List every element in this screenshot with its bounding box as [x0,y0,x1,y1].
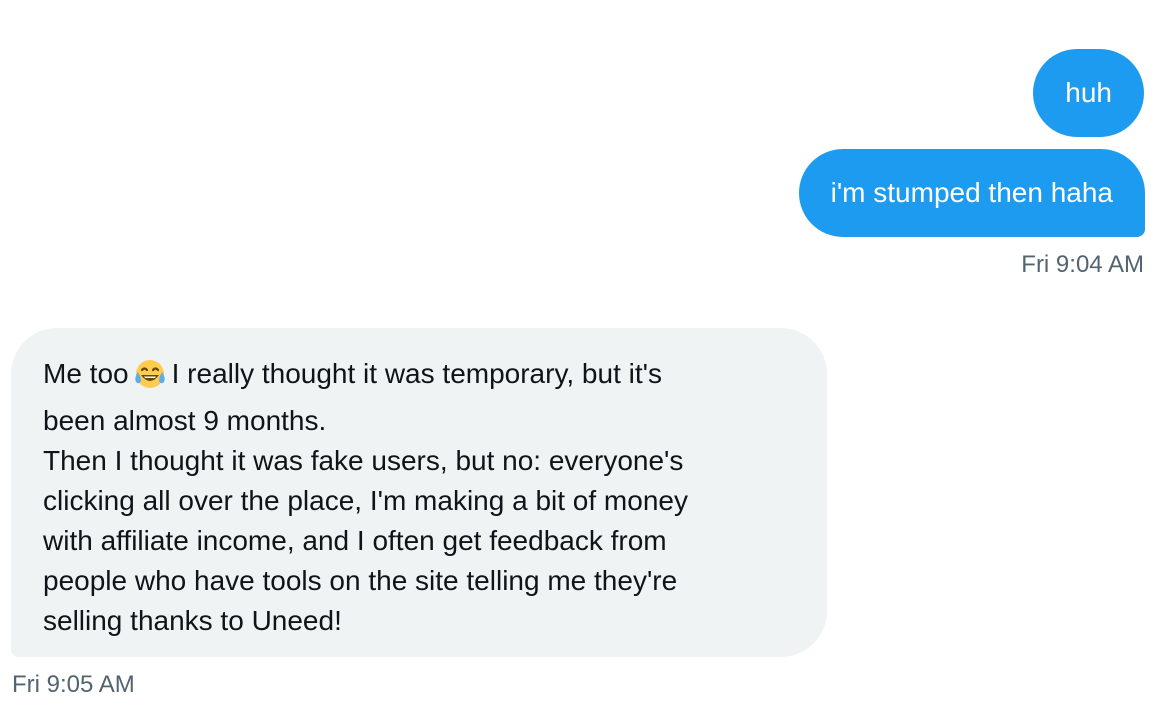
received-message-bubble[interactable]: Me too I really thought it was temporary… [11,328,827,657]
message-line: clicking all over the place, I'm making … [43,485,688,516]
message-line: Me too I really thought it was temporary… [43,354,795,401]
message-text: I really thought it was temporary, but i… [171,358,662,389]
face-with-tears-of-joy-icon [133,358,167,401]
message-line: been almost 9 months. [43,405,327,436]
sent-message-timestamp: Fri 9:04 AM [1021,251,1144,278]
message-line: selling thanks to Uneed! [43,605,342,636]
received-message-timestamp: Fri 9:05 AM [12,671,135,698]
conversation-thread: huh i'm stumped then haha Fri 9:04 AM Me… [0,0,1168,718]
sent-message-bubble[interactable]: i'm stumped then haha [798,149,1145,237]
message-line: with affiliate income, and I often get f… [43,525,667,556]
sent-message-bubble[interactable]: huh [1033,49,1144,137]
message-text: Me too [43,358,129,389]
sent-message-text: huh [1065,77,1112,108]
message-line: people who have tools on the site tellin… [43,565,678,596]
message-line: Then I thought it was fake users, but no… [43,445,684,476]
sent-message-text: i'm stumped then haha [830,177,1113,208]
